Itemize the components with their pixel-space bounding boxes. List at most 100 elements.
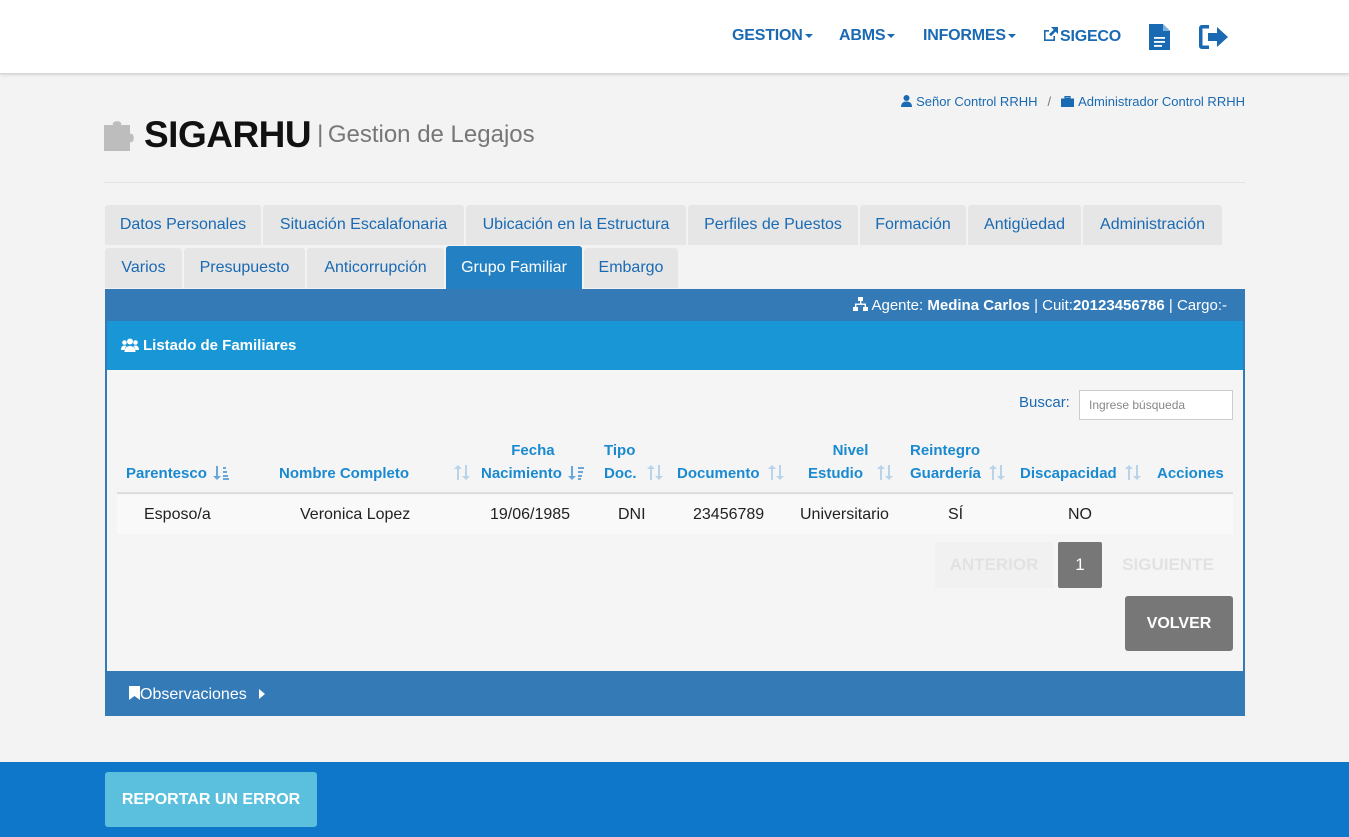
- tab-grupo-familiar[interactable]: Grupo Familiar: [446, 246, 582, 289]
- tab-datos-personales[interactable]: Datos Personales: [105, 205, 261, 245]
- app-title: SIGARHU: [144, 114, 312, 155]
- sort-both-icon: [454, 465, 470, 485]
- sitemap-icon: [853, 297, 869, 311]
- nav-gestion-label: GESTION: [732, 27, 803, 44]
- th-fecha-nacimiento[interactable]: Fecha Nacimiento: [481, 439, 585, 487]
- tab-antiguedad[interactable]: Antigüedad: [968, 205, 1081, 245]
- page-subtitle: Gestion de Legajos: [327, 121, 535, 148]
- cell-tipo: DNI: [618, 506, 646, 523]
- search-input[interactable]: [1079, 390, 1233, 420]
- sort-asc-icon: [212, 464, 230, 487]
- title-divider: [104, 182, 1245, 183]
- agent-label: Agente:: [871, 297, 924, 314]
- panel-body: Buscar: Parentesco Nombre Completo Fecha…: [107, 370, 1243, 671]
- user-icon: [901, 95, 913, 107]
- tab-perfiles-puestos[interactable]: Perfiles de Puestos: [688, 205, 858, 245]
- footer: REPORTAR UN ERROR: [0, 762, 1349, 837]
- tab-ubicacion-estructura[interactable]: Ubicación en la Estructura: [466, 205, 686, 245]
- th-acciones-label: Acciones: [1157, 465, 1224, 482]
- cell-discapacidad: NO: [1068, 506, 1092, 523]
- caret-down-icon: [1007, 33, 1016, 38]
- nav-abms-menu[interactable]: ABMS: [839, 27, 896, 45]
- nav-abms-label: ABMS: [839, 27, 886, 44]
- tab-varios[interactable]: Varios: [105, 248, 182, 288]
- tab-situacion-escalafonaria[interactable]: Situación Escalafonaria: [263, 205, 464, 245]
- th-parentesco[interactable]: Parentesco: [126, 462, 230, 487]
- cuit-label: | Cuit:: [1034, 297, 1073, 314]
- th-parentesco-label: Parentesco: [126, 465, 207, 482]
- table-row: Esposo/a Veronica Lopez 19/06/1985 DNI 2…: [117, 495, 1233, 534]
- users-icon: [121, 338, 139, 352]
- tab-administracion[interactable]: Administración: [1083, 205, 1222, 245]
- th-discapacidad-label: Discapacidad: [1020, 465, 1117, 482]
- th-discapacidad[interactable]: Discapacidad: [1020, 462, 1141, 487]
- nav-sigeco-label: SIGECO: [1060, 28, 1122, 45]
- th-reintegro-line1: Reintegro: [910, 442, 981, 459]
- briefcase-icon: [1061, 95, 1075, 107]
- user-link[interactable]: Señor Control RRHH: [901, 94, 1037, 109]
- role-link[interactable]: Administrador Control RRHH: [1061, 94, 1245, 109]
- th-documento[interactable]: Documento: [677, 462, 784, 487]
- th-nombre[interactable]: Nombre Completo: [279, 462, 409, 485]
- th-tipo-line2: Doc.: [604, 465, 637, 482]
- table-header-divider: [117, 492, 1233, 494]
- external-link-icon: [1044, 27, 1058, 41]
- th-nombre-label: Nombre Completo: [279, 465, 410, 482]
- cell-parentesco: Esposo/a: [144, 506, 211, 523]
- volver-button[interactable]: VOLVER: [1125, 596, 1233, 651]
- nav-informes-label: INFORMES: [923, 27, 1006, 44]
- user-info: Señor Control RRHH / Administrador Control…: [901, 94, 1245, 109]
- th-tipo-doc[interactable]: Tipo Doc.: [604, 439, 663, 487]
- agent-cuit: 20123456786: [1072, 297, 1165, 314]
- caret-right-icon: [259, 689, 266, 699]
- report-error-button[interactable]: REPORTAR UN ERROR: [105, 772, 317, 827]
- cell-documento: 23456789: [693, 506, 765, 523]
- nav-sigeco-link[interactable]: SIGECO: [1043, 27, 1121, 46]
- th-fecha-line1: Fecha: [511, 442, 555, 459]
- pagination-page[interactable]: 1: [1058, 542, 1102, 588]
- th-nivel-line2: Estudio: [808, 465, 863, 482]
- page-title: SIGARHU | Gestion de Legajos: [104, 114, 535, 156]
- cell-nombre: Veronica Lopez: [300, 506, 411, 523]
- observaciones-toggle[interactable]: Observaciones: [105, 671, 1245, 716]
- user-separator: /: [1047, 94, 1052, 109]
- cell-reintegro: SÍ: [948, 506, 964, 523]
- agent-name: Medina Carlos: [927, 297, 1030, 314]
- tab-presupuesto[interactable]: Presupuesto: [184, 248, 305, 288]
- puzzle-icon: [104, 121, 134, 151]
- top-navbar: GESTION ABMS INFORMES SIGECO: [0, 0, 1349, 74]
- cargo-label: | Cargo:-: [1168, 297, 1227, 314]
- document-icon[interactable]: [1149, 24, 1170, 55]
- nav-informes-menu[interactable]: INFORMES: [923, 27, 1016, 45]
- sort-both-icon: [877, 464, 893, 487]
- family-panel: Agente: Medina Carlos | Cuit:20123456786…: [105, 289, 1245, 716]
- th-nivel-estudio[interactable]: Nivel Estudio: [808, 439, 893, 487]
- bookmark-icon: [129, 686, 140, 700]
- panel-heading: Listado de Familiares: [107, 321, 1243, 370]
- user-role: Administrador Control RRHH: [1078, 94, 1245, 109]
- th-reintegro-line2: Guardería: [910, 465, 981, 482]
- sort-both-icon: [646, 464, 663, 487]
- th-fecha-line2: Nacimiento: [481, 465, 562, 482]
- sort-desc-icon: [567, 464, 585, 487]
- logout-icon[interactable]: [1199, 25, 1229, 54]
- pagination-prev[interactable]: ANTERIOR: [935, 542, 1053, 588]
- title-separator: |: [317, 121, 324, 148]
- nav-gestion-menu[interactable]: GESTION: [732, 27, 813, 45]
- sort-both-icon: [988, 464, 1005, 487]
- th-reintegro-guarderia[interactable]: Reintegro Guardería: [910, 439, 1005, 487]
- tab-embargo[interactable]: Embargo: [584, 248, 678, 288]
- panel-title: Listado de Familiares: [143, 337, 297, 354]
- cell-fecha: 19/06/1985: [490, 506, 571, 523]
- sort-both-icon: [1124, 464, 1141, 487]
- th-documento-label: Documento: [677, 465, 760, 482]
- user-name: Señor Control RRHH: [916, 94, 1038, 109]
- caret-down-icon: [804, 33, 813, 38]
- observaciones-label: Observaciones: [140, 686, 247, 703]
- th-nivel-line1: Nivel: [832, 442, 869, 459]
- pagination-next[interactable]: SIGUIENTE: [1106, 542, 1230, 588]
- search-label: Buscar:: [1019, 394, 1070, 411]
- tab-anticorrupcion[interactable]: Anticorrupción: [307, 248, 444, 288]
- tab-formacion[interactable]: Formación: [860, 205, 966, 245]
- th-acciones: Acciones: [1157, 462, 1224, 485]
